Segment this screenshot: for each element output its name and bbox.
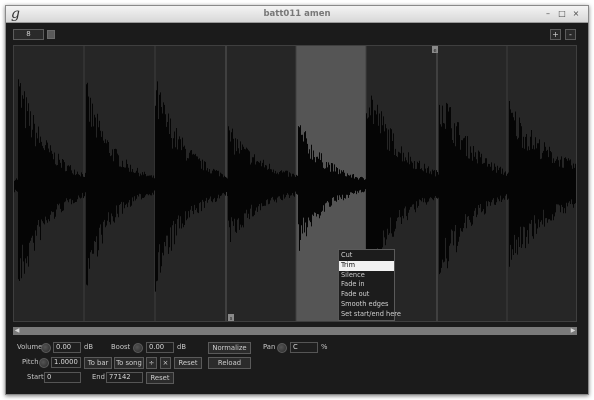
volume-knob[interactable] [41, 343, 51, 353]
zoom-in-button[interactable]: + [550, 29, 561, 40]
menu-item-fade-out[interactable]: Fade out [339, 290, 394, 300]
maximize-button[interactable]: □ [557, 9, 567, 19]
pan-label: Pan [263, 343, 276, 351]
menu-item-smooth-edges[interactable]: Smooth edges [339, 300, 394, 310]
boost-knob[interactable] [133, 343, 143, 353]
pan-field[interactable]: C [290, 342, 318, 353]
volume-unit: dB [84, 343, 93, 351]
range-reset-button[interactable]: Reset [146, 372, 174, 384]
start-field[interactable]: 0 [44, 372, 81, 383]
pan-unit: % [321, 343, 328, 351]
menu-item-trim[interactable]: Trim [339, 260, 394, 271]
reload-button[interactable]: Reload [208, 357, 251, 369]
end-field[interactable]: 77142 [106, 372, 143, 383]
pitch-field[interactable]: 1.0000 [51, 357, 81, 368]
pitch-reset-button[interactable]: Reset [174, 357, 202, 369]
grid-toggle-button[interactable] [47, 30, 55, 39]
volume-field[interactable]: 0.00 [53, 342, 81, 353]
context-menu: Cut Trim Silence Fade in Fade out Smooth… [338, 249, 401, 321]
pitch-half-button[interactable]: × [160, 357, 171, 369]
pitch-to-bar-button[interactable]: To bar [84, 357, 112, 369]
waveform-canvas[interactable]: s e [14, 46, 576, 321]
pitch-double-button[interactable]: ÷ [146, 357, 157, 369]
range-start-marker: s [230, 316, 233, 321]
normalize-button[interactable]: Normalize [208, 342, 251, 354]
title-bar[interactable]: g batt011 amen – □ × [6, 6, 588, 23]
menu-item-set-start-end[interactable]: Set start/end here [339, 310, 401, 320]
waveform [14, 79, 576, 292]
close-button[interactable]: × [571, 9, 581, 19]
waveform-path [14, 79, 576, 292]
zoom-out-button[interactable]: - [565, 29, 576, 40]
range-end-marker: e [433, 48, 436, 54]
pitch-label: Pitch [22, 358, 39, 366]
window-title: batt011 amen [263, 9, 331, 19]
scroll-right-arrow-icon[interactable]: ▶ [569, 327, 577, 335]
menu-item-cut[interactable]: Cut [339, 251, 394, 261]
waveform-area[interactable]: s e Cut Trim Silence Fade in Fade out Sm… [13, 45, 577, 322]
boost-label: Boost [111, 343, 131, 351]
boost-unit: dB [177, 343, 186, 351]
scroll-left-arrow-icon[interactable]: ◀ [13, 327, 21, 335]
pitch-to-song-button[interactable]: To song [114, 357, 144, 369]
menu-item-silence[interactable]: Silence [339, 271, 394, 281]
start-label: Start [27, 373, 44, 381]
horizontal-scrollbar[interactable]: ◀ ▶ [13, 327, 577, 335]
boost-field[interactable]: 0.00 [146, 342, 174, 353]
pan-knob[interactable] [277, 343, 287, 353]
pitch-knob[interactable] [39, 358, 49, 368]
end-label: End [92, 373, 105, 381]
minimize-button[interactable]: – [543, 9, 553, 19]
menu-item-fade-in[interactable]: Fade in [339, 280, 394, 290]
sample-editor-window: g batt011 amen – □ × 8 + - s e Cut Trim … [5, 5, 589, 395]
zoom-value-box[interactable]: 8 [13, 29, 44, 40]
volume-label: Volume [17, 343, 43, 351]
